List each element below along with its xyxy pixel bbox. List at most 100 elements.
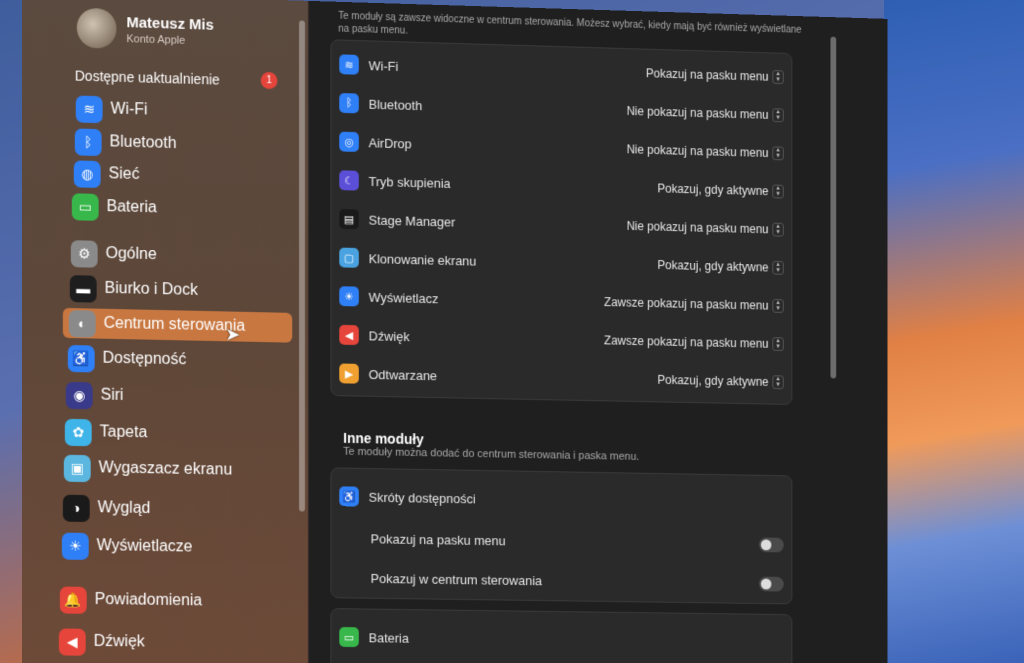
chevron-updown-icon: ▲ ▼ (772, 222, 784, 237)
updates-badge: 1 (260, 71, 278, 90)
gear-icon: ⚙ (70, 239, 98, 268)
sidebar-item-label: Bateria (106, 198, 157, 217)
sidebar-item-label: Centrum sterowania (103, 314, 246, 335)
main-panel: Te moduły są zawsze widoczne w centrum s… (308, 0, 888, 663)
module-visibility-select[interactable]: Zawsze pokazuj na pasku menu ▲ ▼ (604, 295, 784, 313)
screensaver-icon: ▣ (63, 454, 91, 482)
sidebar-item-label: Dźwięk (93, 632, 145, 651)
sidebar-item-1[interactable]: ᛒ Bluetooth (69, 126, 298, 162)
module-label: Wi-Fi (368, 57, 399, 74)
module-visibility-select[interactable]: Pokazuj, gdy aktywne ▲ ▼ (657, 372, 784, 390)
sun-icon: ☀ (339, 286, 359, 307)
accessibility-group: ♿ Skróty dostępności Pokazuj na pasku me… (330, 467, 793, 605)
speaker-icon: ◀ (339, 324, 359, 346)
bell-icon: 🔔 (59, 586, 87, 614)
globe-icon: ◍ (73, 159, 101, 188)
sidebar-item-label: Dostępność (102, 349, 187, 369)
siri-icon: ◉ (65, 381, 93, 409)
sidebar-item-label: Powiadomienia (94, 590, 203, 610)
chevron-updown-icon: ▲ ▼ (772, 337, 784, 352)
sidebar-item-0[interactable]: ≋ Wi-Fi (70, 93, 299, 129)
module-visibility-select[interactable]: Nie pokazuj na pasku menu ▲ ▼ (627, 219, 784, 237)
sidebar-item-label: Ogólne (105, 244, 157, 264)
module-row: ▢ Klonowanie ekranu Pokazuj, gdy aktywne ▲ ▼ (339, 240, 784, 286)
screen-mirroring-icon: ▢ (339, 247, 359, 268)
accessibility-cc-label: Pokazuj w centrum sterowania (370, 570, 543, 588)
other-subtitle: Te moduły można dodać do centrum sterowa… (343, 445, 640, 463)
module-label: Klonowanie ekranu (368, 250, 477, 269)
airdrop-icon: ◎ (339, 131, 359, 152)
module-visibility-value: Zawsze pokazuj na pasku menu (604, 333, 769, 351)
battery-icon: ▭ (339, 627, 359, 648)
module-visibility-select[interactable]: Nie pokazuj na pasku menu ▲ ▼ (626, 142, 784, 161)
module-visibility-select[interactable]: Pokazuj, gdy aktywne ▲ ▼ (657, 182, 784, 199)
sidebar-item-9[interactable]: ✿ Tapeta (59, 417, 288, 451)
chevron-updown-icon: ▲ ▼ (772, 375, 784, 390)
sidebar-item-4[interactable]: ⚙ Ogólne (65, 238, 294, 273)
accessibility-menu-toggle[interactable] (758, 536, 784, 552)
accessibility-menu-label: Pokazuj na pasku menu (370, 530, 506, 548)
bluetooth-icon: ᛒ (74, 127, 102, 156)
display-icon: ☀ (61, 532, 89, 560)
chevron-updown-icon: ▲ ▼ (772, 146, 784, 161)
sidebar-item-label: Bluetooth (109, 133, 177, 153)
speaker-icon: ◀ (58, 627, 86, 656)
battery-label: Bateria (368, 629, 409, 646)
sidebar-item-2[interactable]: ◍ Sieć (68, 158, 297, 194)
module-visibility-value: Nie pokazuj na pasku menu (626, 219, 769, 237)
module-visibility-value: Nie pokazuj na pasku menu (626, 142, 769, 160)
accessibility-cc-row: Pokazuj w centrum sterowania (371, 560, 784, 601)
sidebar-item-label: Wi-Fi (110, 100, 148, 119)
battery-group: ▭ Bateria (330, 608, 793, 663)
settings-window: Mateusz Mis Konto Apple Dostępne uaktual… (22, 0, 888, 663)
module-label: Bluetooth (368, 96, 423, 113)
chevron-updown-icon: ▲ ▼ (772, 298, 784, 313)
accessibility-icon: ♿ (339, 486, 359, 507)
chevron-updown-icon: ▲ ▼ (772, 260, 784, 275)
moon-icon: ☾ (339, 170, 359, 191)
accessibility-menu-row: Pokazuj na pasku menu (371, 521, 784, 563)
sidebar-item-label: Biurko i Dock (104, 279, 198, 299)
updates-item[interactable]: Dostępne uaktualnienie 1 (75, 67, 278, 90)
sidebar-item-12[interactable]: ☀ Wyświetlacze (56, 531, 285, 564)
module-visibility-select[interactable]: Zawsze pokazuj na pasku menu ▲ ▼ (604, 333, 784, 352)
play-icon: ▶ (339, 363, 359, 384)
sidebar-item-8[interactable]: ◉ Siri (60, 380, 289, 414)
accessibility-row: ♿ Skróty dostępności (339, 478, 784, 521)
module-visibility-value: Nie pokazuj na pasku menu (626, 104, 769, 122)
sidebar: Mateusz Mis Konto Apple Dostępne uaktual… (22, 0, 309, 663)
battery-icon: ▭ (71, 192, 99, 221)
sidebar-item-10[interactable]: ▣ Wygaszacz ekranu (58, 453, 287, 487)
accessibility-label: Skróty dostępności (368, 489, 476, 506)
control-center-icon: ◐ (68, 309, 96, 338)
module-visibility-select[interactable]: Pokazuj, gdy aktywne ▲ ▼ (657, 258, 784, 275)
module-label: Dźwięk (368, 327, 410, 344)
module-visibility-value: Pokazuj, gdy aktywne (657, 372, 769, 389)
sidebar-item-label: Siri (100, 386, 124, 404)
sidebar-item-6[interactable]: ◐ Centrum sterowania (62, 307, 293, 343)
sidebar-item-5[interactable]: ▬ Biurko i Dock (64, 273, 293, 308)
sidebar-item-label: Wygląd (97, 499, 151, 518)
modules-group: ≋ Wi-Fi Pokazuj na pasku menu ▲ ▼ ᛒ Bluetooth N… (330, 39, 793, 405)
chevron-updown-icon: ▲ ▼ (772, 108, 784, 123)
user-account[interactable]: Mateusz Mis Konto Apple (76, 7, 214, 52)
updates-label: Dostępne uaktualnienie (74, 67, 220, 88)
accessibility-cc-toggle[interactable] (758, 576, 784, 592)
module-row: ▶ Odtwarzane Pokazuj, gdy aktywne ▲ ▼ (339, 356, 784, 400)
sidebar-item-13[interactable]: 🔔 Powiadomienia (54, 584, 283, 617)
sidebar-scrollbar[interactable] (299, 20, 305, 512)
sidebar-item-14[interactable]: ◀ Dźwięk (53, 626, 282, 659)
sidebar-item-11[interactable]: ◑ Wygląd (57, 493, 286, 527)
sidebar-item-3[interactable]: ▭ Bateria (66, 191, 295, 227)
sidebar-item-label: Wyświetlacze (96, 537, 193, 556)
module-visibility-value: Zawsze pokazuj na pasku menu (604, 295, 769, 313)
module-visibility-select[interactable]: Pokazuj na pasku menu ▲ ▼ (646, 66, 784, 85)
avatar (76, 7, 117, 49)
main-scrollbar[interactable] (830, 36, 837, 379)
sidebar-item-7[interactable]: ♿ Dostępność (62, 343, 291, 378)
wifi-icon: ≋ (75, 95, 103, 123)
module-label: Odtwarzane (368, 366, 437, 383)
module-visibility-select[interactable]: Nie pokazuj na pasku menu ▲ ▼ (626, 104, 784, 123)
accessibility-icon: ♿ (67, 344, 95, 372)
module-label: Wyświetlacz (368, 289, 439, 306)
